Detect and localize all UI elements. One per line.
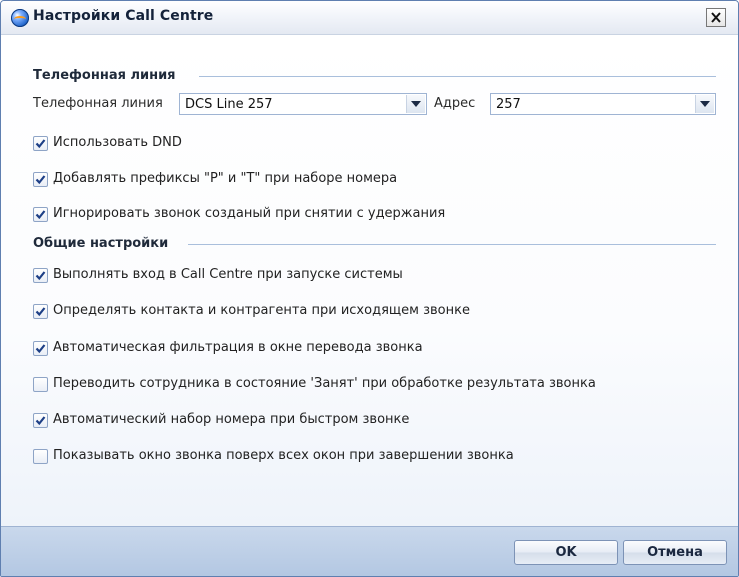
address-dropdown-button[interactable] — [695, 95, 714, 113]
group-title-phone-line: Телефонная линия — [33, 68, 176, 83]
address-value: 257 — [496, 97, 521, 112]
checkbox-label: Игнорировать звонок созданый при снятии … — [53, 206, 446, 221]
checkbox-label: Автоматическая фильтрация в окне перевод… — [53, 340, 423, 355]
title-bar[interactable]: Настройки Call Centre — [1, 1, 738, 35]
phone-line-dropdown-button[interactable] — [406, 95, 425, 113]
phone-line-select[interactable]: DCS Line 257 — [179, 93, 427, 115]
dialog-footer: OK Отмена — [1, 526, 738, 576]
checkbox[interactable] — [33, 413, 48, 428]
checkmark-icon — [35, 139, 46, 149]
checkbox[interactable] — [33, 268, 48, 283]
checkbox-label: Показывать окно звонка поверх всех окон … — [53, 448, 514, 463]
checkbox-label: Использовать DND — [53, 135, 182, 150]
chevron-down-icon — [411, 101, 421, 107]
checkmark-icon — [35, 344, 46, 354]
checkmark-icon — [35, 210, 46, 220]
checkbox[interactable] — [33, 377, 48, 392]
dialog-content: Телефонная линия Телефонная линия DCS Li… — [1, 35, 738, 526]
window-title: Настройки Call Centre — [33, 8, 214, 24]
checkmark-icon — [35, 416, 46, 426]
checkbox[interactable] — [33, 207, 48, 222]
close-button[interactable] — [706, 8, 726, 27]
call-centre-globe-icon — [11, 9, 29, 27]
checkmark-icon — [35, 271, 46, 281]
checkbox[interactable] — [33, 136, 48, 151]
checkbox[interactable] — [33, 172, 48, 187]
address-label: Адрес — [434, 96, 476, 111]
group-divider — [188, 244, 716, 245]
settings-dialog: Настройки Call Centre Телефонная линия Т… — [0, 0, 739, 577]
chevron-down-icon — [700, 101, 710, 107]
address-select[interactable]: 257 — [490, 93, 716, 115]
checkmark-icon — [35, 175, 46, 185]
checkbox-label: Выполнять вход в Call Centre при запуске… — [53, 267, 403, 282]
cancel-button[interactable]: Отмена — [623, 540, 727, 565]
checkbox[interactable] — [33, 304, 48, 319]
checkmark-icon — [35, 307, 46, 317]
checkbox[interactable] — [33, 449, 48, 464]
phone-line-label: Телефонная линия — [33, 96, 163, 111]
group-divider — [199, 76, 716, 77]
checkbox-label: Автоматический набор номера при быстром … — [53, 412, 410, 427]
phone-line-value: DCS Line 257 — [185, 97, 273, 112]
group-title-general: Общие настройки — [33, 236, 169, 251]
checkbox[interactable] — [33, 341, 48, 356]
checkbox-label: Переводить сотрудника в состояние 'Занят… — [53, 376, 596, 391]
close-icon — [711, 12, 721, 23]
checkbox-label: Добавлять префиксы "P" и "T" при наборе … — [53, 171, 398, 186]
checkbox-label: Определять контакта и контрагента при ис… — [53, 303, 470, 318]
ok-button[interactable]: OK — [514, 540, 618, 565]
